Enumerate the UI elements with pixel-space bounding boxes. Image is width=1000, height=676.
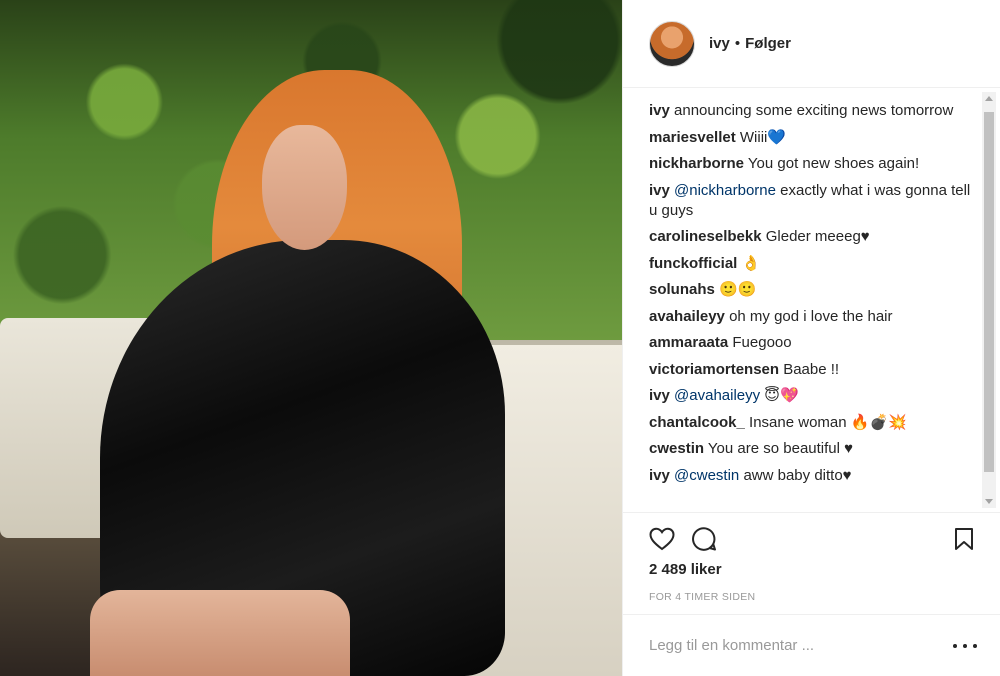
comment-list: ivy announcing some exciting news tomorr… xyxy=(623,89,1000,509)
more-options-icon xyxy=(953,643,957,648)
comment-item: victoriamortensen Baabe !! xyxy=(649,360,977,380)
comment-text: 😇💖 xyxy=(760,387,799,404)
like-button[interactable] xyxy=(647,524,677,554)
comment-username[interactable]: funckofficial xyxy=(649,255,737,272)
bookmark-icon xyxy=(955,527,973,550)
comment-username[interactable]: ivy xyxy=(649,102,670,119)
comment-text: Wiiii💙 xyxy=(735,128,787,146)
comment-input[interactable] xyxy=(649,637,953,654)
scrollbar-thumb[interactable] xyxy=(984,112,994,472)
comment-item: carolineselbekk Gleder meeeg♥ xyxy=(649,227,977,247)
comment-scrollbar[interactable] xyxy=(982,92,996,508)
post-side-panel: ivy • Følger ivy announcing some excitin… xyxy=(622,0,1000,676)
comment-bubble-icon xyxy=(692,526,716,551)
comment-text: Fuegooo xyxy=(728,334,792,351)
comment-item: chantalcook_ Insane woman 🔥💣💥 xyxy=(649,413,977,433)
comment-text: aww baby ditto♥ xyxy=(739,466,852,484)
follow-button[interactable]: Følger xyxy=(745,35,791,52)
comment-item: mariesvellet Wiiii💙 xyxy=(649,128,977,148)
comment-username[interactable]: ammaraata xyxy=(649,334,728,351)
post-timestamp[interactable]: FOR 4 TIMER SIDEN xyxy=(649,591,755,603)
comment-text: You are so beautiful ♥ xyxy=(704,440,854,457)
comment-text: Insane woman 🔥💣💥 xyxy=(744,413,907,431)
comment-username[interactable]: solunahs xyxy=(649,281,715,298)
comment-text: 👌 xyxy=(737,254,761,272)
heart-icon xyxy=(649,527,675,550)
comment-username[interactable]: mariesvellet xyxy=(649,129,736,146)
save-button[interactable] xyxy=(949,524,979,554)
like-count[interactable]: 2 489 liker xyxy=(649,561,722,578)
photo-person-face xyxy=(262,125,347,250)
scroll-down-arrow-icon[interactable] xyxy=(985,499,993,504)
comment-username[interactable]: chantalcook_ xyxy=(649,414,745,431)
comment-username[interactable]: cwestin xyxy=(649,440,704,457)
photo-person-legs xyxy=(90,590,350,676)
comment-mention-link[interactable]: @cwestin xyxy=(674,467,739,484)
comment-mention-link[interactable]: @nickharborne xyxy=(674,182,776,199)
comment-text: 🙂🙂 xyxy=(714,281,757,298)
more-options-icon xyxy=(963,643,967,648)
comment-item: funckofficial 👌 xyxy=(649,254,977,274)
comment-username[interactable]: ivy xyxy=(649,467,670,484)
comment-text: Baabe !! xyxy=(779,360,840,378)
comment-item: ivy @avahaileyy 😇💖 xyxy=(649,386,977,406)
comment-item: ivy @nickharborne exactly what i was gon… xyxy=(649,181,977,221)
comment-username[interactable]: victoriamortensen xyxy=(649,361,779,378)
comment-text: announcing some exciting news tomorrow xyxy=(669,102,954,119)
comment-item: ivy @cwestin aww baby ditto♥ xyxy=(649,466,977,486)
comment-item: cwestin You are so beautiful ♥ xyxy=(649,439,977,459)
comment-item: ivy announcing some exciting news tomorr… xyxy=(649,101,977,121)
more-options-icon xyxy=(973,643,977,648)
more-options-button[interactable] xyxy=(953,636,977,656)
comment-username[interactable]: ivy xyxy=(649,182,670,199)
header-username[interactable]: ivy xyxy=(709,35,730,52)
comment-mention-link[interactable]: @avahaileyy xyxy=(674,387,760,404)
comment-username[interactable]: avahaileyy xyxy=(649,308,725,325)
header-separator: • xyxy=(734,35,741,52)
comment-username[interactable]: ivy xyxy=(649,387,670,404)
comment-text: oh my god i love the hair xyxy=(724,307,893,325)
comment-item: nickharborne You got new shoes again! xyxy=(649,154,977,174)
comment-item: ammaraata Fuegooo xyxy=(649,333,977,353)
comment-text: You got new shoes again! xyxy=(744,155,920,172)
post-actions-bar xyxy=(623,512,1000,564)
comment-button[interactable] xyxy=(689,524,719,554)
post-photo xyxy=(0,0,622,676)
comment-username[interactable]: nickharborne xyxy=(649,155,744,172)
comment-username[interactable]: carolineselbekk xyxy=(649,228,762,245)
add-comment-bar xyxy=(623,614,1000,676)
post-header: ivy • Følger xyxy=(623,0,1000,88)
scroll-up-arrow-icon[interactable] xyxy=(985,96,993,101)
comment-text: Gleder meeeg♥ xyxy=(761,228,870,245)
comment-item: avahaileyy oh my god i love the hair xyxy=(649,307,977,327)
avatar[interactable] xyxy=(649,20,695,67)
comment-item: solunahs 🙂🙂 xyxy=(649,280,977,300)
